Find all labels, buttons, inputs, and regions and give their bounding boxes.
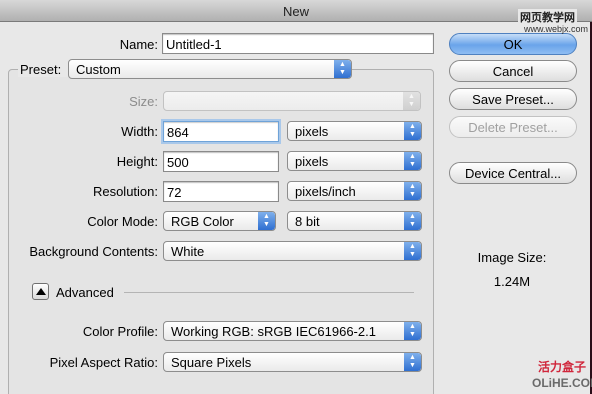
cancel-button[interactable]: Cancel (449, 60, 577, 82)
preset-label: Preset: (18, 62, 68, 77)
updown-arrows-icon: ▲ ▼ (334, 60, 351, 78)
updown-arrows-icon: ▲ ▼ (404, 353, 421, 371)
watermark-brand-url: OLiHE.COM (532, 376, 592, 390)
background-contents-label: Background Contents: (29, 244, 158, 259)
title-bar: New (0, 0, 592, 22)
watermark-brand: 活力盒子 (538, 360, 587, 374)
updown-arrows-icon: ▲ ▼ (404, 212, 421, 230)
height-label: Height: (116, 154, 158, 169)
pixel-aspect-ratio-value: Square Pixels (171, 355, 252, 370)
preset-value: Custom (76, 62, 121, 77)
name-field[interactable]: Untitled-1 (162, 33, 434, 54)
color-profile-value: Working RGB: sRGB IEC61966-2.1 (171, 324, 376, 339)
background-contents-value: White (171, 244, 205, 259)
resolution-unit-select[interactable]: pixels/inch ▲ ▼ (287, 181, 422, 201)
width-field[interactable]: 864 (163, 121, 279, 142)
device-central-button[interactable]: Device Central... (449, 162, 577, 184)
window-title: New (282, 4, 309, 19)
pixel-aspect-ratio-select[interactable]: Square Pixels ▲ ▼ (163, 352, 422, 372)
width-unit-select[interactable]: pixels ▲ ▼ (287, 121, 422, 141)
ok-button[interactable]: OK (449, 33, 577, 55)
updown-arrows-icon: ▲ ▼ (403, 92, 420, 110)
advanced-disclosure-button[interactable] (32, 283, 49, 300)
delete-preset-button: Delete Preset... (449, 116, 577, 138)
updown-arrows-icon: ▲ ▼ (404, 122, 421, 140)
new-document-dialog: Name: Untitled-1 Preset: Custom ▲ ▼ Size:… (0, 22, 590, 394)
bit-depth-value: 8 bit (295, 214, 320, 229)
updown-arrows-icon: ▲ ▼ (404, 152, 421, 170)
resolution-label: Resolution: (92, 184, 158, 199)
advanced-label: Advanced (56, 285, 114, 300)
save-preset-button[interactable]: Save Preset... (449, 88, 577, 110)
bit-depth-select[interactable]: 8 bit ▲ ▼ (287, 211, 422, 231)
updown-arrows-icon: ▲ ▼ (404, 242, 421, 260)
advanced-divider (124, 292, 414, 293)
updown-arrows-icon: ▲ ▼ (404, 322, 421, 340)
background-contents-select[interactable]: White ▲ ▼ (163, 241, 422, 261)
color-profile-select[interactable]: Working RGB: sRGB IEC61966-2.1 ▲ ▼ (163, 321, 422, 341)
color-mode-value: RGB Color (171, 214, 234, 229)
color-mode-select[interactable]: RGB Color ▲ ▼ (163, 211, 276, 231)
disclosure-triangle-icon (36, 288, 46, 295)
width-label: Width: (121, 124, 158, 139)
name-label: Name: (119, 37, 158, 52)
updown-arrows-icon: ▲ ▼ (404, 182, 421, 200)
color-mode-label: Color Mode: (87, 214, 158, 229)
height-field[interactable]: 500 (163, 151, 279, 172)
height-unit-value: pixels (295, 154, 329, 169)
resolution-unit-value: pixels/inch (295, 184, 356, 199)
updown-arrows-icon: ▲ ▼ (258, 212, 275, 230)
image-size-label: Image Size: (477, 250, 547, 265)
watermark-site-name: 网页教学网 (518, 9, 577, 25)
pixel-aspect-ratio-label: Pixel Aspect Ratio: (49, 355, 158, 370)
width-unit-value: pixels (295, 124, 329, 139)
preset-select[interactable]: Custom ▲ ▼ (68, 59, 352, 79)
image-size-value: 1.24M (493, 274, 531, 289)
size-select: ▲ ▼ (163, 91, 421, 111)
resolution-field[interactable]: 72 (163, 181, 279, 202)
preset-group (8, 69, 434, 394)
color-profile-label: Color Profile: (82, 324, 158, 339)
watermark-site-url: www.webjx.com (524, 24, 589, 34)
height-unit-select[interactable]: pixels ▲ ▼ (287, 151, 422, 171)
size-label: Size: (129, 94, 158, 109)
